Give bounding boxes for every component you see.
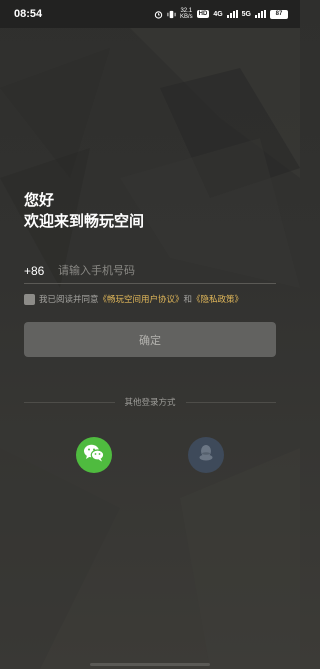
agreement-conjunction: 和 [183, 295, 193, 305]
agreement-checkbox[interactable] [24, 293, 35, 305]
qq-login-button[interactable] [188, 437, 224, 473]
network-type-2: 5G [241, 10, 251, 18]
wechat-icon [83, 443, 105, 467]
signal-icon-2 [255, 10, 266, 18]
greeting-welcome: 欢迎来到畅玩空间 [24, 212, 145, 230]
greeting: 您好 欢迎来到畅玩空间 [24, 190, 144, 232]
divider-line-right [185, 401, 277, 403]
user-agreement-link[interactable]: 《畅玩空间用户协议》 [99, 293, 184, 305]
phone-field-row: +86 [24, 258, 276, 284]
battery-icon: 87 [270, 9, 288, 19]
other-login-label: 其他登录方式 [124, 398, 176, 408]
status-icons: 32.1 KB/s HD 4G 5G 87 [154, 8, 288, 20]
home-indicator[interactable] [90, 663, 210, 666]
speed-unit: KB/s [179, 14, 193, 20]
status-bar: 08:54 32.1 KB/s HD 4G 5G 87 [0, 0, 300, 28]
signal-icon [226, 10, 238, 18]
network-type-1: 4G [213, 10, 223, 18]
wechat-login-button[interactable] [76, 437, 112, 473]
privacy-policy-link[interactable]: 《隐私政策》 [192, 293, 243, 305]
alarm-icon [154, 10, 163, 19]
network-speed: 32.1 KB/s [180, 8, 193, 20]
divider-line-left [24, 401, 115, 403]
country-code[interactable]: +86 [24, 264, 56, 278]
agreement-prefix: 我已阅读并同意 [39, 295, 99, 305]
phone-input[interactable] [56, 264, 276, 277]
qq-icon [198, 444, 214, 466]
confirm-button[interactable]: 确定 [24, 322, 276, 357]
vibrate-icon [167, 10, 176, 19]
status-time: 08:54 [14, 8, 43, 20]
agreement-row: 我已阅读并同意 《畅玩空间用户协议》 和 《隐私政策》 [24, 292, 243, 306]
battery-level: 87 [275, 11, 283, 17]
other-login-divider: 其他登录方式 [24, 396, 277, 408]
hd-badge: HD [196, 10, 210, 18]
greeting-hello: 您好 [24, 191, 55, 209]
